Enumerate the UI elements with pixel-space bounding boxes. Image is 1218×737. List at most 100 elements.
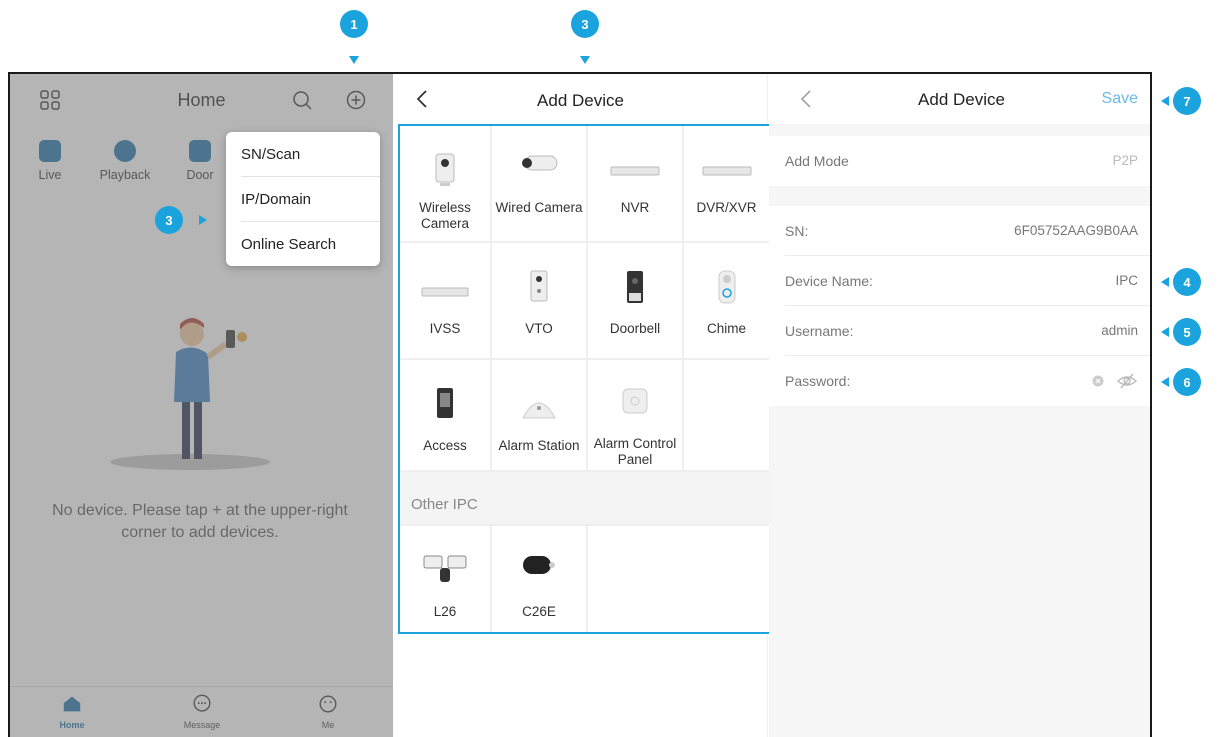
device-name-row[interactable]: Device Name: IPC	[769, 256, 1150, 306]
device-wireless-camera[interactable]: Wireless Camera	[400, 126, 490, 241]
chime-icon	[718, 270, 735, 304]
add-mode-label: Add Mode	[785, 153, 849, 169]
device-access[interactable]: Access	[400, 360, 490, 470]
marker-6: 6	[1173, 368, 1201, 396]
home-header: Home	[10, 74, 393, 126]
marker-3-top-arrow	[580, 56, 590, 64]
menu-online-search[interactable]: Online Search	[241, 236, 336, 253]
device-alarm-control-panel[interactable]: Alarm Control Panel	[588, 360, 682, 470]
other-ipc-section: Other IPC	[400, 472, 769, 524]
marker-5-arrow	[1161, 327, 1169, 337]
sn-label: SN:	[785, 223, 809, 239]
device-l26[interactable]: L26	[400, 526, 490, 632]
device-name-label: Device Name:	[785, 273, 873, 289]
message-icon	[193, 694, 211, 712]
home-title: Home	[177, 90, 226, 110]
device-nvr[interactable]: NVR	[588, 126, 682, 241]
doorbell-icon	[627, 271, 643, 303]
password-row[interactable]: Password:	[769, 356, 1150, 406]
device-ivss[interactable]: IVSS	[400, 243, 490, 358]
other-ipc-title: Other IPC	[411, 496, 478, 513]
nvr-icon	[610, 166, 660, 176]
tab-message[interactable]: Message	[162, 693, 242, 730]
ivss-icon	[421, 287, 469, 297]
marker-5: 5	[1173, 318, 1201, 346]
floodlight-camera-icon	[423, 555, 467, 582]
device-label: VTO	[525, 321, 553, 336]
live-camera-icon	[39, 140, 61, 162]
marker-1: 1	[340, 10, 368, 38]
screenshot-frame: Home Live Playback Door No device. Pleas…	[8, 72, 1152, 737]
username-label: Username:	[785, 323, 854, 339]
home-icon	[63, 696, 81, 712]
empty-cell	[684, 360, 769, 470]
add-menu-dropdown: SN/Scan IP/Domain Online Search	[226, 132, 380, 266]
alarm-station-icon	[522, 402, 556, 419]
quick-door[interactable]: Door	[175, 132, 225, 182]
device-label: Alarm Station	[498, 438, 580, 453]
marker-7-arrow	[1161, 96, 1169, 106]
add-device-header: Add Device	[393, 74, 768, 124]
add-device-title: Add Device	[537, 91, 624, 110]
add-mode-value: P2P	[1112, 153, 1138, 168]
menu-divider	[241, 221, 380, 222]
quick-playback-label: Playback	[99, 168, 151, 182]
door-icon	[189, 140, 211, 162]
device-doorbell[interactable]: Doorbell	[588, 243, 682, 358]
device-alarm-station[interactable]: Alarm Station	[492, 360, 586, 470]
device-vto[interactable]: VTO	[492, 243, 586, 358]
bullet-camera-icon	[523, 556, 555, 574]
device-label: DVR/XVR	[696, 200, 757, 215]
tab-me[interactable]: Me	[288, 693, 368, 730]
device-c26e[interactable]: C26E	[492, 526, 586, 632]
add-mode-row: Add Mode P2P	[769, 136, 1150, 186]
marker-3-top: 3	[571, 10, 599, 38]
alarm-panel-icon	[622, 388, 648, 414]
device-label: Wired Camera	[495, 200, 583, 215]
device-label: Chime	[706, 321, 746, 336]
username-row[interactable]: Username: admin	[769, 306, 1150, 356]
empty-cell	[588, 526, 769, 632]
marker-3-left: 3	[155, 206, 183, 234]
marker-1-arrow	[349, 56, 359, 64]
sn-row: SN: 6F05752AAG9B0AA	[769, 206, 1150, 256]
add-device-plus-icon[interactable]	[344, 88, 368, 112]
quick-live-label: Live	[38, 168, 62, 182]
device-label: C26E	[522, 604, 556, 619]
tab-me-label: Me	[321, 720, 335, 730]
form-header: Add Device Save	[769, 74, 1150, 124]
device-dvr-xvr[interactable]: DVR/XVR	[684, 126, 769, 241]
device-label: NVR	[620, 200, 650, 215]
menu-sn-scan[interactable]: SN/Scan	[241, 146, 300, 163]
username-input[interactable]: admin	[1101, 323, 1138, 338]
tab-home-label: Home	[59, 720, 85, 730]
device-chime[interactable]: Chime	[684, 243, 769, 358]
marker-7: 7	[1173, 87, 1201, 115]
marker-3-left-arrow	[199, 215, 207, 225]
wireless-camera-icon	[435, 153, 455, 186]
marker-4-arrow	[1161, 277, 1169, 287]
person-illustration	[110, 318, 270, 470]
device-wired-camera[interactable]: Wired Camera	[492, 126, 586, 241]
search-icon[interactable]	[290, 88, 314, 112]
quick-live[interactable]: Live	[15, 132, 85, 182]
password-label: Password:	[785, 373, 851, 389]
quick-playback[interactable]: Playback	[90, 132, 160, 182]
device-label: Wireless Camera	[419, 200, 471, 231]
dvr-icon	[702, 166, 751, 176]
tab-message-label: Message	[183, 720, 221, 730]
playback-icon	[114, 140, 136, 162]
device-label: Alarm Control Panel	[593, 436, 677, 467]
quick-door-label: Door	[186, 168, 214, 182]
save-button[interactable]: Save	[1102, 90, 1138, 108]
device-label: IVSS	[429, 321, 461, 336]
vto-icon	[530, 270, 548, 302]
device-label: Doorbell	[609, 321, 661, 336]
form-title: Add Device	[918, 90, 1005, 109]
eye-hidden-icon[interactable]	[1116, 372, 1138, 390]
tab-home[interactable]: Home	[32, 693, 112, 730]
menu-ip-domain[interactable]: IP/Domain	[241, 191, 311, 208]
clear-icon[interactable]	[1092, 375, 1104, 387]
device-label: L26	[433, 604, 457, 619]
device-name-input[interactable]: IPC	[1115, 273, 1138, 288]
